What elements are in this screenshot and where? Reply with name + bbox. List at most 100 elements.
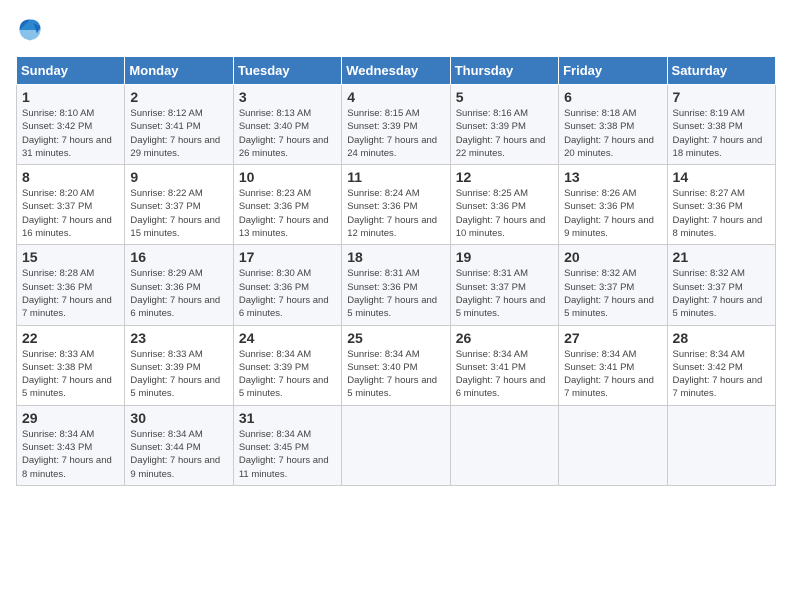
calendar-cell: 15 Sunrise: 8:28 AMSunset: 3:36 PMDaylig… [17, 245, 125, 325]
calendar-cell [559, 405, 667, 485]
calendar-cell: 30 Sunrise: 8:34 AMSunset: 3:44 PMDaylig… [125, 405, 233, 485]
calendar-cell: 29 Sunrise: 8:34 AMSunset: 3:43 PMDaylig… [17, 405, 125, 485]
day-detail: Sunrise: 8:34 AMSunset: 3:41 PMDaylight:… [456, 349, 546, 400]
day-detail: Sunrise: 8:29 AMSunset: 3:36 PMDaylight:… [130, 268, 220, 319]
day-number: 26 [456, 330, 553, 346]
calendar-header-row: SundayMondayTuesdayWednesdayThursdayFrid… [17, 57, 776, 85]
day-number: 11 [347, 169, 444, 185]
calendar-cell: 24 Sunrise: 8:34 AMSunset: 3:39 PMDaylig… [233, 325, 341, 405]
calendar-cell: 9 Sunrise: 8:22 AMSunset: 3:37 PMDayligh… [125, 165, 233, 245]
calendar-cell: 8 Sunrise: 8:20 AMSunset: 3:37 PMDayligh… [17, 165, 125, 245]
day-detail: Sunrise: 8:27 AMSunset: 3:36 PMDaylight:… [673, 188, 763, 239]
day-number: 28 [673, 330, 770, 346]
day-number: 18 [347, 249, 444, 265]
day-detail: Sunrise: 8:34 AMSunset: 3:40 PMDaylight:… [347, 349, 437, 400]
day-detail: Sunrise: 8:20 AMSunset: 3:37 PMDaylight:… [22, 188, 112, 239]
header-monday: Monday [125, 57, 233, 85]
calendar-cell: 11 Sunrise: 8:24 AMSunset: 3:36 PMDaylig… [342, 165, 450, 245]
day-detail: Sunrise: 8:12 AMSunset: 3:41 PMDaylight:… [130, 108, 220, 159]
day-detail: Sunrise: 8:18 AMSunset: 3:38 PMDaylight:… [564, 108, 654, 159]
calendar-cell: 20 Sunrise: 8:32 AMSunset: 3:37 PMDaylig… [559, 245, 667, 325]
header-sunday: Sunday [17, 57, 125, 85]
day-detail: Sunrise: 8:16 AMSunset: 3:39 PMDaylight:… [456, 108, 546, 159]
calendar-table: SundayMondayTuesdayWednesdayThursdayFrid… [16, 56, 776, 486]
header-wednesday: Wednesday [342, 57, 450, 85]
calendar-cell: 26 Sunrise: 8:34 AMSunset: 3:41 PMDaylig… [450, 325, 558, 405]
day-number: 5 [456, 89, 553, 105]
day-number: 23 [130, 330, 227, 346]
calendar-cell: 17 Sunrise: 8:30 AMSunset: 3:36 PMDaylig… [233, 245, 341, 325]
day-number: 21 [673, 249, 770, 265]
page-header [16, 16, 776, 44]
day-detail: Sunrise: 8:15 AMSunset: 3:39 PMDaylight:… [347, 108, 437, 159]
day-number: 4 [347, 89, 444, 105]
day-number: 22 [22, 330, 119, 346]
calendar-cell: 31 Sunrise: 8:34 AMSunset: 3:45 PMDaylig… [233, 405, 341, 485]
calendar-week-row: 15 Sunrise: 8:28 AMSunset: 3:36 PMDaylig… [17, 245, 776, 325]
calendar-cell: 18 Sunrise: 8:31 AMSunset: 3:36 PMDaylig… [342, 245, 450, 325]
calendar-week-row: 1 Sunrise: 8:10 AMSunset: 3:42 PMDayligh… [17, 85, 776, 165]
day-number: 13 [564, 169, 661, 185]
day-detail: Sunrise: 8:31 AMSunset: 3:36 PMDaylight:… [347, 268, 437, 319]
day-detail: Sunrise: 8:31 AMSunset: 3:37 PMDaylight:… [456, 268, 546, 319]
day-number: 25 [347, 330, 444, 346]
header-saturday: Saturday [667, 57, 775, 85]
calendar-cell [667, 405, 775, 485]
day-number: 14 [673, 169, 770, 185]
day-number: 24 [239, 330, 336, 346]
day-number: 12 [456, 169, 553, 185]
day-number: 6 [564, 89, 661, 105]
day-detail: Sunrise: 8:34 AMSunset: 3:43 PMDaylight:… [22, 429, 112, 480]
calendar-cell: 12 Sunrise: 8:25 AMSunset: 3:36 PMDaylig… [450, 165, 558, 245]
day-number: 17 [239, 249, 336, 265]
day-detail: Sunrise: 8:34 AMSunset: 3:42 PMDaylight:… [673, 349, 763, 400]
calendar-cell: 23 Sunrise: 8:33 AMSunset: 3:39 PMDaylig… [125, 325, 233, 405]
day-detail: Sunrise: 8:24 AMSunset: 3:36 PMDaylight:… [347, 188, 437, 239]
day-detail: Sunrise: 8:28 AMSunset: 3:36 PMDaylight:… [22, 268, 112, 319]
calendar-cell: 6 Sunrise: 8:18 AMSunset: 3:38 PMDayligh… [559, 85, 667, 165]
day-detail: Sunrise: 8:19 AMSunset: 3:38 PMDaylight:… [673, 108, 763, 159]
day-detail: Sunrise: 8:34 AMSunset: 3:41 PMDaylight:… [564, 349, 654, 400]
header-friday: Friday [559, 57, 667, 85]
day-detail: Sunrise: 8:25 AMSunset: 3:36 PMDaylight:… [456, 188, 546, 239]
day-number: 7 [673, 89, 770, 105]
day-number: 8 [22, 169, 119, 185]
day-detail: Sunrise: 8:23 AMSunset: 3:36 PMDaylight:… [239, 188, 329, 239]
logo-icon [16, 16, 44, 44]
calendar-cell: 14 Sunrise: 8:27 AMSunset: 3:36 PMDaylig… [667, 165, 775, 245]
calendar-cell: 21 Sunrise: 8:32 AMSunset: 3:37 PMDaylig… [667, 245, 775, 325]
day-detail: Sunrise: 8:13 AMSunset: 3:40 PMDaylight:… [239, 108, 329, 159]
calendar-week-row: 8 Sunrise: 8:20 AMSunset: 3:37 PMDayligh… [17, 165, 776, 245]
calendar-cell: 28 Sunrise: 8:34 AMSunset: 3:42 PMDaylig… [667, 325, 775, 405]
calendar-cell: 7 Sunrise: 8:19 AMSunset: 3:38 PMDayligh… [667, 85, 775, 165]
day-detail: Sunrise: 8:33 AMSunset: 3:38 PMDaylight:… [22, 349, 112, 400]
day-number: 31 [239, 410, 336, 426]
day-number: 15 [22, 249, 119, 265]
calendar-week-row: 29 Sunrise: 8:34 AMSunset: 3:43 PMDaylig… [17, 405, 776, 485]
calendar-cell: 22 Sunrise: 8:33 AMSunset: 3:38 PMDaylig… [17, 325, 125, 405]
header-tuesday: Tuesday [233, 57, 341, 85]
day-number: 10 [239, 169, 336, 185]
calendar-cell: 2 Sunrise: 8:12 AMSunset: 3:41 PMDayligh… [125, 85, 233, 165]
calendar-cell [450, 405, 558, 485]
day-number: 19 [456, 249, 553, 265]
header-thursday: Thursday [450, 57, 558, 85]
day-number: 30 [130, 410, 227, 426]
day-number: 20 [564, 249, 661, 265]
calendar-cell: 19 Sunrise: 8:31 AMSunset: 3:37 PMDaylig… [450, 245, 558, 325]
day-number: 3 [239, 89, 336, 105]
day-detail: Sunrise: 8:10 AMSunset: 3:42 PMDaylight:… [22, 108, 112, 159]
calendar-cell: 5 Sunrise: 8:16 AMSunset: 3:39 PMDayligh… [450, 85, 558, 165]
day-number: 16 [130, 249, 227, 265]
calendar-cell: 1 Sunrise: 8:10 AMSunset: 3:42 PMDayligh… [17, 85, 125, 165]
day-detail: Sunrise: 8:32 AMSunset: 3:37 PMDaylight:… [564, 268, 654, 319]
day-number: 29 [22, 410, 119, 426]
day-detail: Sunrise: 8:33 AMSunset: 3:39 PMDaylight:… [130, 349, 220, 400]
calendar-cell: 10 Sunrise: 8:23 AMSunset: 3:36 PMDaylig… [233, 165, 341, 245]
calendar-cell [342, 405, 450, 485]
day-detail: Sunrise: 8:30 AMSunset: 3:36 PMDaylight:… [239, 268, 329, 319]
day-number: 1 [22, 89, 119, 105]
calendar-cell: 13 Sunrise: 8:26 AMSunset: 3:36 PMDaylig… [559, 165, 667, 245]
calendar-cell: 25 Sunrise: 8:34 AMSunset: 3:40 PMDaylig… [342, 325, 450, 405]
day-detail: Sunrise: 8:22 AMSunset: 3:37 PMDaylight:… [130, 188, 220, 239]
